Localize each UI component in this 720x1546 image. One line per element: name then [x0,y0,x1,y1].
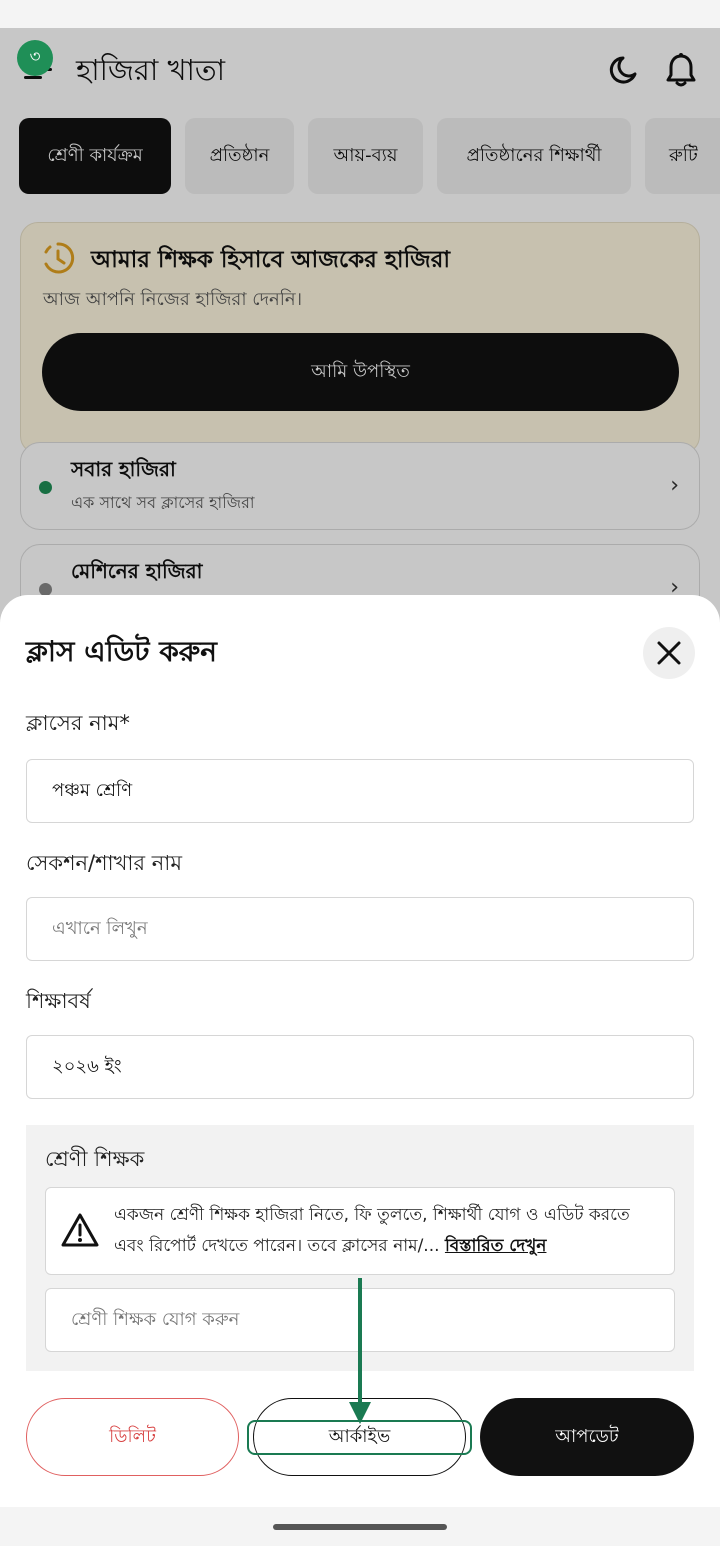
archive-highlight-box [247,1420,472,1455]
section-name-label: সেকশন/শাখার নাম [26,851,183,875]
academic-year-select[interactable]: ২০২৬ ইং [26,1035,694,1099]
teacher-notice-box: একজন শ্রেণী শিক্ষক হাজিরা নিতে, ফি তুলতে… [45,1187,675,1275]
see-details-link[interactable]: বিস্তারিত দেখুন [445,1236,547,1256]
class-name-input[interactable]: পঞ্চম শ্রেণি [26,759,694,823]
teacher-notice-text: একজন শ্রেণী শিক্ষক হাজিরা নিতে, ফি তুলতে… [114,1200,664,1262]
system-navigation-area [0,1507,720,1546]
class-teacher-label: শ্রেণী শিক্ষক [45,1147,145,1171]
update-button[interactable]: আপডেট [480,1398,694,1476]
sheet-title: ক্লাস এডিট করুন [26,635,217,668]
home-indicator[interactable] [273,1524,447,1530]
close-icon [657,641,681,665]
annotation-arrow-icon [345,1278,375,1432]
close-button[interactable] [643,627,695,679]
academic-year-label: শিক্ষাবর্ষ [26,989,91,1013]
delete-button[interactable]: ডিলিট [26,1398,239,1476]
section-name-input[interactable]: এখানে লিখুন [26,897,694,961]
class-name-label: ক্লাসের নাম* [26,711,130,735]
notification-count-badge[interactable]: ৩ [17,40,53,76]
teacher-notice-body: একজন শ্রেণী শিক্ষক হাজিরা নিতে, ফি তুলতে… [114,1205,630,1256]
warning-icon [60,1212,100,1252]
